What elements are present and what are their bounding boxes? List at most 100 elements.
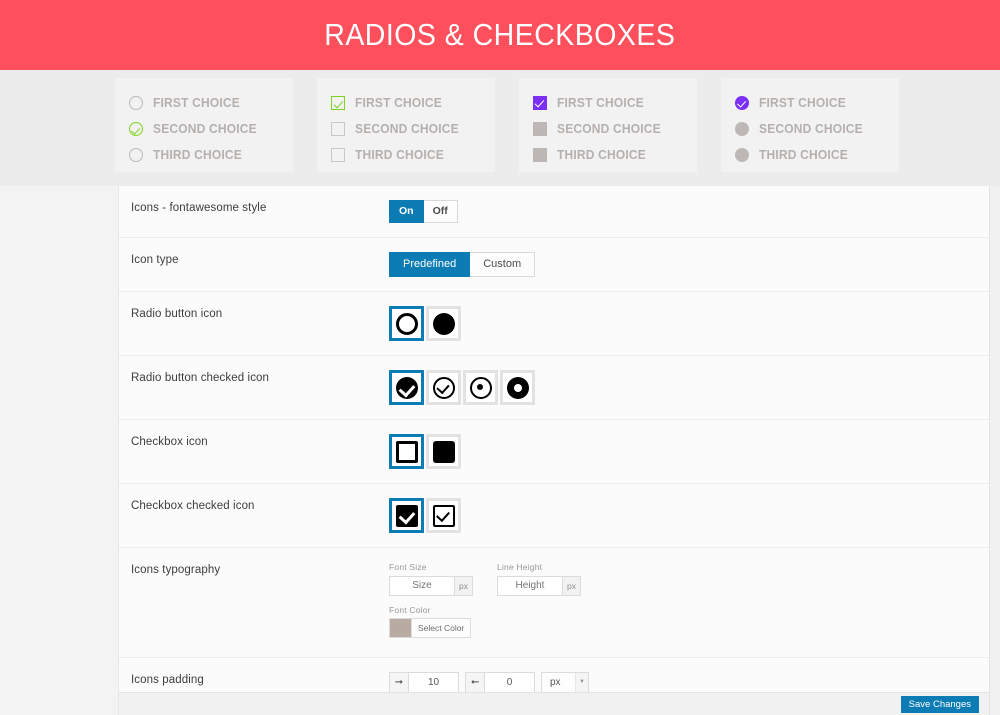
icon-type-toggle[interactable]: Predefined Custom xyxy=(389,252,536,277)
checkbox-solid-group: FIRST CHOICE SECOND CHOICE THIRD CHOICE xyxy=(519,78,697,172)
setting-field: Predefined Custom xyxy=(389,252,989,277)
font-color-select-button[interactable]: Select Color xyxy=(411,617,472,638)
line-height-unit: px xyxy=(563,575,581,596)
option-row[interactable]: FIRST CHOICE xyxy=(331,90,481,116)
option-row[interactable]: THIRD CHOICE xyxy=(129,142,279,168)
option-label: FIRST CHOICE xyxy=(557,96,644,110)
circle-solid-icon[interactable] xyxy=(735,122,749,136)
icon-tile-dot-circle-solid[interactable] xyxy=(500,370,535,405)
body-wrapper: Icons - fontawesome style On Off Icon ty… xyxy=(0,186,1000,715)
setting-field xyxy=(389,434,989,469)
padding-second-input[interactable] xyxy=(485,671,535,693)
fontawesome-on-button[interactable]: On xyxy=(389,200,424,223)
icon-type-predefined-button[interactable]: Predefined xyxy=(389,252,471,277)
option-row[interactable]: SECOND CHOICE xyxy=(331,116,481,142)
arrow-right-icon: ➞ xyxy=(389,671,409,693)
preview-strip: FIRST CHOICE SECOND CHOICE THIRD CHOICE … xyxy=(0,70,1000,186)
icon-tile-square-outline[interactable] xyxy=(389,434,424,469)
setting-field: Font Size px Line Height px xyxy=(389,562,989,643)
option-row[interactable]: SECOND CHOICE xyxy=(735,116,885,142)
radio-button-checked-icon-chooser[interactable] xyxy=(389,370,537,405)
option-label: THIRD CHOICE xyxy=(355,148,444,162)
padding-first-input[interactable] xyxy=(409,671,459,693)
radio-button-icon-chooser[interactable] xyxy=(389,306,463,341)
setting-field xyxy=(389,370,989,405)
icon-tile-circle-outline[interactable] xyxy=(389,306,424,341)
font-color-picker[interactable]: Select Color xyxy=(389,617,472,638)
setting-row-radio-button-checked-icon: Radio button checked icon xyxy=(119,356,989,420)
circle-solid-icon[interactable] xyxy=(735,148,749,162)
circle-check-purple-icon[interactable] xyxy=(735,96,749,110)
font-size-combo[interactable]: px xyxy=(389,575,473,596)
checkbox-icon-chooser[interactable] xyxy=(389,434,463,469)
font-size-input[interactable] xyxy=(389,575,455,596)
save-bar: Save Changes xyxy=(119,692,989,715)
option-row[interactable]: FIRST CHOICE xyxy=(129,90,279,116)
circle-outline-icon[interactable] xyxy=(129,96,143,110)
setting-row-fontawesome-style: Icons - fontawesome style On Off xyxy=(119,186,989,238)
padding-unit-select[interactable]: px ▼ xyxy=(541,671,589,693)
setting-row-checkbox-checked-icon: Checkbox checked icon xyxy=(119,484,989,548)
square-outline-icon[interactable] xyxy=(331,122,345,136)
font-color-block: Font Color Select Color xyxy=(389,605,989,643)
circle-check-green-icon[interactable] xyxy=(129,122,143,136)
padding-second-item[interactable]: ➞ xyxy=(465,671,535,693)
option-row[interactable]: SECOND CHOICE xyxy=(533,116,683,142)
fontawesome-off-button[interactable]: Off xyxy=(423,200,458,223)
option-row[interactable]: THIRD CHOICE xyxy=(735,142,885,168)
chevron-down-icon[interactable]: ▼ xyxy=(575,672,588,692)
setting-field: On Off xyxy=(389,200,989,223)
setting-label: Icon type xyxy=(131,254,179,266)
icon-tile-circle-check-solid[interactable] xyxy=(389,370,424,405)
option-row[interactable]: THIRD CHOICE xyxy=(331,142,481,168)
line-height-input[interactable] xyxy=(497,575,563,596)
option-label: FIRST CHOICE xyxy=(355,96,442,110)
padding-controls: ➞ ➞ px ▼ xyxy=(389,671,989,693)
line-height-combo[interactable]: px xyxy=(497,575,581,596)
icon-tile-dot-circle-outline[interactable] xyxy=(463,370,498,405)
line-height-caption: Line Height xyxy=(497,562,543,572)
circle-outline-icon xyxy=(395,312,418,335)
font-size-block: Font Size px xyxy=(389,562,473,596)
radio-solid-group: FIRST CHOICE SECOND CHOICE THIRD CHOICE xyxy=(721,78,899,172)
icon-tile-square-check-solid[interactable] xyxy=(389,498,424,533)
square-solid-icon[interactable] xyxy=(533,148,547,162)
square-solid-icon xyxy=(432,440,455,463)
square-check-solid-icon xyxy=(395,504,418,527)
icon-tile-circle-solid[interactable] xyxy=(426,306,461,341)
typography-controls: Font Size px Line Height px xyxy=(389,562,989,596)
square-check-purple-icon[interactable] xyxy=(533,96,547,110)
square-outline-icon[interactable] xyxy=(331,148,345,162)
square-solid-icon[interactable] xyxy=(533,122,547,136)
option-row[interactable]: SECOND CHOICE xyxy=(129,116,279,142)
setting-row-radio-button-icon: Radio button icon xyxy=(119,292,989,356)
icon-tile-square-check-outline[interactable] xyxy=(426,498,461,533)
option-row[interactable]: THIRD CHOICE xyxy=(533,142,683,168)
font-size-caption: Font Size xyxy=(389,562,427,572)
icon-tile-square-solid[interactable] xyxy=(426,434,461,469)
square-check-green-icon[interactable] xyxy=(331,96,345,110)
setting-label: Checkbox checked icon xyxy=(131,500,255,512)
save-changes-button[interactable]: Save Changes xyxy=(900,695,979,713)
setting-label: Icons typography xyxy=(131,564,221,576)
option-row[interactable]: FIRST CHOICE xyxy=(533,90,683,116)
option-label: SECOND CHOICE xyxy=(759,122,863,136)
fontawesome-style-toggle[interactable]: On Off xyxy=(389,200,458,223)
radio-outline-group: FIRST CHOICE SECOND CHOICE THIRD CHOICE xyxy=(115,78,293,172)
setting-field: ➞ ➞ px ▼ xyxy=(389,671,989,693)
icon-tile-circle-check-outline[interactable] xyxy=(426,370,461,405)
font-color-swatch[interactable] xyxy=(389,617,411,638)
setting-field xyxy=(389,306,989,341)
page-banner: RADIOS & CHECKBOXES xyxy=(0,0,1000,70)
option-row[interactable]: FIRST CHOICE xyxy=(735,90,885,116)
checkbox-checked-icon-chooser[interactable] xyxy=(389,498,463,533)
padding-first-item[interactable]: ➞ xyxy=(389,671,459,693)
setting-label: Icons - fontawesome style xyxy=(131,202,267,214)
circle-outline-icon[interactable] xyxy=(129,148,143,162)
icon-type-custom-button[interactable]: Custom xyxy=(470,252,536,277)
option-label: SECOND CHOICE xyxy=(153,122,257,136)
circle-check-outline-icon xyxy=(432,376,455,399)
square-check-outline-icon xyxy=(432,504,455,527)
option-label: FIRST CHOICE xyxy=(153,96,240,110)
circle-solid-icon xyxy=(432,312,455,335)
